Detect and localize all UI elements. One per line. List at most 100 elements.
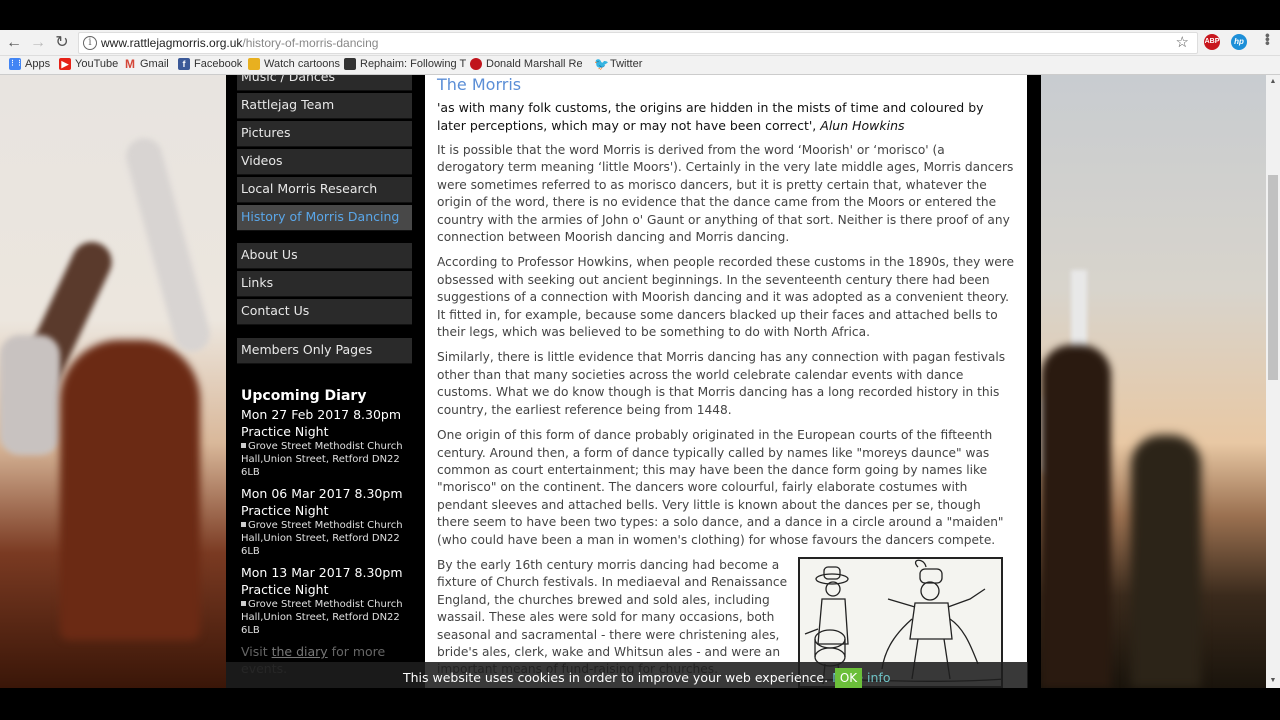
bookmark-label: Gmail (140, 58, 169, 70)
diary-heading: Upcoming Diary (241, 388, 367, 404)
nav-item-videos[interactable]: Videos (237, 149, 412, 175)
nav-item-contact-us[interactable]: Contact Us (237, 299, 412, 325)
dancer-head (920, 581, 940, 601)
scroll-down-arrow-icon[interactable]: ▼ (1266, 674, 1280, 688)
event-location-text: Grove Street Methodist Church Hall,Union… (241, 520, 403, 557)
dancer-arm-shape (122, 134, 214, 356)
bookmark-apps[interactable]: ⋮⋮ Apps (9, 58, 50, 70)
location-bullet-icon (241, 443, 246, 448)
bookmark-watch-cartoons[interactable]: Watch cartoons (248, 58, 340, 70)
reload-icon[interactable]: ↻ (52, 34, 72, 52)
event-location: Grove Street Methodist Church Hall,Union… (241, 440, 411, 479)
bookmark-facebook[interactable]: f Facebook (178, 58, 242, 70)
diary-event: Mon 27 Feb 2017 8.30pm Practice Night Gr… (241, 406, 411, 479)
window-bottom-bar (0, 688, 1280, 720)
bookmark-label: YouTube (75, 58, 119, 70)
scroll-up-arrow-icon[interactable]: ▲ (1266, 75, 1280, 89)
facebook-icon: f (178, 58, 190, 70)
bookmark-label: Twitter (610, 58, 643, 70)
menu-kebab-icon[interactable]: ••• (1258, 33, 1278, 45)
background-photo-right (1041, 75, 1266, 688)
event-date[interactable]: Mon 13 Mar 2017 8.30pm (241, 564, 411, 581)
content-border-right (1027, 75, 1041, 688)
diary-event: Mon 13 Mar 2017 8.30pm Practice Night Gr… (241, 564, 411, 637)
red-dot-icon (470, 58, 482, 70)
hp-extension-icon[interactable]: hp (1231, 34, 1247, 50)
hat-feather (914, 559, 927, 568)
event-date[interactable]: Mon 06 Mar 2017 8.30pm (241, 485, 411, 502)
bookmark-donald-marshall[interactable]: Donald Marshall Revo (470, 58, 582, 70)
bookmark-label: Watch cartoons (264, 58, 341, 70)
quote-author: Alun Howkins (820, 117, 905, 133)
event-date[interactable]: Mon 27 Feb 2017 8.30pm (241, 406, 411, 423)
page-title: The Morris (437, 75, 522, 94)
bookmark-label: Rephaim: Following T (360, 58, 467, 70)
cookie-message: This website uses cookies in order to im… (403, 670, 890, 685)
gmail-icon: M (125, 57, 135, 71)
scrollbar-thumb[interactable] (1268, 175, 1278, 380)
address-bar[interactable]: i www.rattlejagmorris.org.uk/history-of-… (78, 32, 1198, 54)
adblock-plus-icon[interactable]: ABP (1204, 34, 1220, 50)
drumstick (804, 628, 819, 635)
paragraph: It is possible that the word Morris is d… (437, 143, 1014, 245)
nav-item-local-morris-research[interactable]: Local Morris Research (237, 177, 412, 203)
bookmark-label: Facebook (194, 58, 243, 70)
bookmark-rephaim[interactable]: Rephaim: Following T (344, 58, 466, 70)
dancer-body (909, 602, 953, 640)
drummer-hat (823, 566, 841, 580)
upcoming-diary: Upcoming Diary Mon 27 Feb 2017 8.30pm Pr… (241, 388, 411, 677)
event-location: Grove Street Methodist Church Hall,Union… (241, 598, 411, 637)
bookmark-label: Donald Marshall Revo (486, 58, 582, 70)
url-path: /history-of-morris-dancing (242, 36, 379, 50)
main-content: The Morris 'as with many folk customs, t… (425, 75, 1027, 688)
dancer-sleeve-shape (0, 335, 60, 455)
location-bullet-icon (241, 601, 246, 606)
paragraph: One origin of this form of dance probabl… (437, 428, 1004, 547)
paragraph: Similarly, there is little evidence that… (437, 350, 1006, 417)
event-location: Grove Street Methodist Church Hall,Union… (241, 519, 411, 558)
window-top-bar (0, 0, 1280, 30)
nav-item-history-of-morris-dancing[interactable]: History of Morris Dancing (237, 205, 412, 231)
event-location-text: Grove Street Methodist Church Hall,Union… (241, 599, 403, 636)
url-host: www.rattlejagmorris.org.uk (101, 36, 243, 50)
bookmark-star-icon[interactable]: ☆ (1176, 33, 1189, 51)
sidebar: Music / Dances Rattlejag Team Pictures V… (226, 75, 425, 688)
forward-arrow-icon[interactable]: → (28, 34, 48, 52)
paragraph: According to Professor Howkins, when peo… (437, 255, 1014, 340)
vertical-scrollbar[interactable]: ▲ ▼ (1266, 75, 1280, 688)
bookmark-youtube[interactable]: ▶ YouTube (59, 58, 118, 70)
drummer-body (817, 598, 849, 645)
page-viewport: Music / Dances Rattlejag Team Pictures V… (0, 75, 1266, 688)
nav-item-pictures[interactable]: Pictures (237, 121, 412, 147)
apps-grid-icon: ⋮⋮ (9, 58, 23, 70)
nav-item-rattlejag-team[interactable]: Rattlejag Team (237, 93, 412, 119)
cookie-ok-button[interactable]: OK (835, 668, 862, 688)
diary-event: Mon 06 Mar 2017 8.30pm Practice Night Gr… (241, 485, 411, 558)
cartoon-icon (248, 58, 260, 70)
back-arrow-icon[interactable]: ← (4, 34, 24, 52)
rephaim-icon (344, 58, 356, 70)
more-prefix: Visit (241, 644, 272, 659)
url-text[interactable]: www.rattlejagmorris.org.uk/history-of-mo… (101, 36, 378, 50)
info-icon[interactable]: i (83, 36, 97, 50)
dancer-body-shape (1041, 345, 1111, 688)
event-title[interactable]: Practice Night (241, 581, 411, 598)
bookmarks-bar: ⋮⋮ Apps ▶ YouTube M Gmail f Facebook Watch c… (0, 56, 1280, 75)
nav-item-members-only-pages[interactable]: Members Only Pages (237, 338, 412, 364)
event-location-text: Grove Street Methodist Church Hall,Union… (241, 441, 403, 478)
twitter-icon: 🐦 (594, 57, 609, 71)
nav-item-links[interactable]: Links (237, 271, 412, 297)
intro-quote: 'as with many folk customs, the origins … (437, 99, 1015, 134)
dancer-hat (919, 568, 943, 584)
nav-item-music-dances[interactable]: Music / Dances (237, 75, 412, 91)
event-title[interactable]: Practice Night (241, 423, 411, 440)
bookmark-twitter[interactable]: 🐦 Twitter (594, 58, 642, 70)
diary-link[interactable]: the diary (272, 644, 328, 659)
event-title[interactable]: Practice Night (241, 502, 411, 519)
cookie-text: This website uses cookies in order to im… (403, 670, 833, 685)
bookmark-gmail[interactable]: M Gmail (124, 58, 169, 70)
background-photo-left (0, 75, 226, 688)
paragraph: By the early 16th century morris dancing… (437, 557, 788, 676)
nav-item-about-us[interactable]: About Us (237, 243, 412, 269)
youtube-icon: ▶ (59, 58, 71, 70)
